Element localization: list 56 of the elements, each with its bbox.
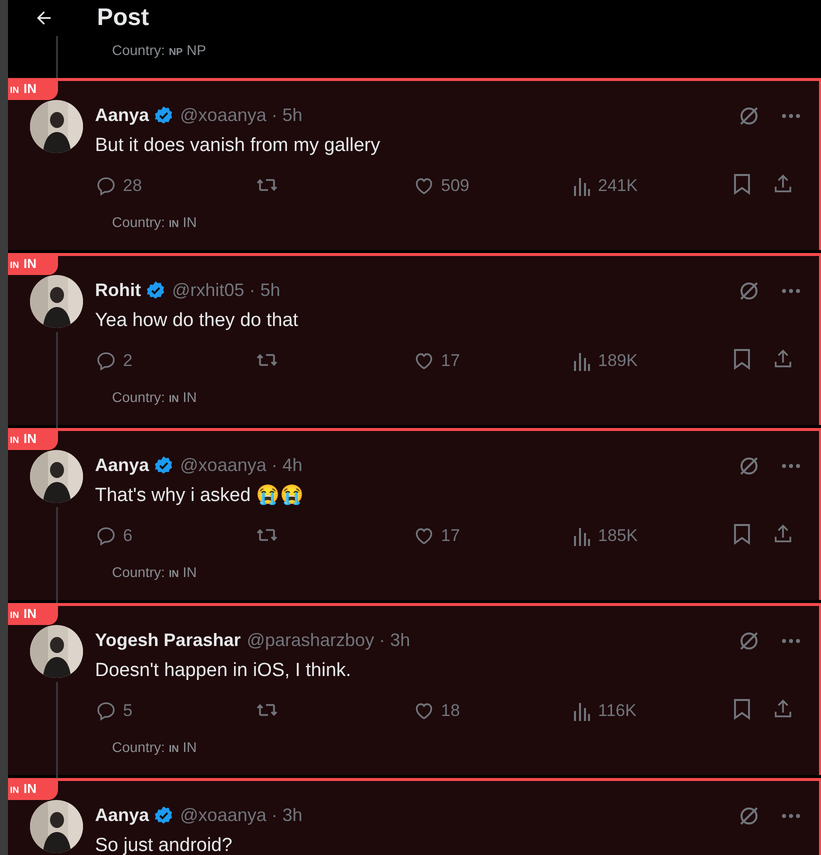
post-text: But it does vanish from my gallery — [95, 134, 380, 158]
author-name[interactable]: Rohit — [95, 277, 141, 304]
country-label: Country: IN IN — [112, 388, 197, 407]
country-label: Country: IN IN — [112, 563, 197, 582]
share-icon[interactable] — [772, 348, 794, 370]
author-name[interactable]: Aanya — [95, 802, 150, 829]
view-count: 189K — [598, 350, 638, 372]
like-count: 509 — [441, 175, 470, 197]
bookmark-icon[interactable] — [732, 348, 752, 370]
more-icon[interactable] — [781, 112, 801, 118]
handle-and-time[interactable]: @xoaanya · 5h — [180, 102, 302, 129]
reply-count: 5 — [123, 700, 132, 722]
country-badge: IN IN — [8, 81, 58, 100]
post-text: So just android? — [95, 834, 232, 855]
country-badge: IN IN — [8, 431, 58, 450]
post-text: Doesn't happen in iOS, I think. — [95, 659, 352, 683]
bookmark-icon[interactable] — [732, 523, 752, 545]
reply-icon[interactable] — [95, 524, 117, 547]
like-count: 17 — [441, 350, 460, 372]
post-text: That's why i asked 😭😭 — [95, 484, 304, 508]
author-name[interactable]: Aanya — [95, 102, 150, 129]
handle-and-time[interactable]: @xoaanya · 3h — [180, 802, 302, 829]
share-icon[interactable] — [772, 523, 794, 545]
more-icon[interactable] — [781, 462, 801, 468]
reply-count: 28 — [123, 175, 142, 197]
reply-icon[interactable] — [95, 350, 117, 372]
country-badge: IN IN — [8, 606, 58, 625]
country-label: Country: IN IN — [112, 213, 197, 232]
author-name[interactable]: Aanya — [95, 452, 150, 479]
share-icon[interactable] — [772, 173, 794, 195]
handle-and-time[interactable]: @rxhit05 · 5h — [172, 277, 280, 304]
reply-count: 6 — [123, 525, 132, 547]
page-title: Post — [97, 3, 150, 33]
reply-icon[interactable] — [95, 700, 117, 722]
author-name[interactable]: Yogesh Parashar — [95, 627, 241, 654]
country-badge: IN IN — [8, 256, 58, 275]
handle-and-time[interactable]: @parasharzboy · 3h — [246, 627, 410, 654]
bookmark-icon[interactable] — [732, 698, 752, 720]
reply-count: 2 — [123, 350, 132, 372]
more-icon[interactable] — [781, 638, 801, 644]
like-count: 17 — [441, 525, 460, 547]
view-count: 185K — [598, 525, 638, 547]
post-text: Yea how do they do that — [95, 309, 298, 333]
thread-line — [56, 36, 58, 78]
like-count: 18 — [441, 700, 460, 722]
more-icon[interactable] — [781, 812, 801, 818]
more-icon[interactable] — [781, 288, 801, 294]
reply-icon[interactable] — [95, 174, 117, 197]
handle-and-time[interactable]: @xoaanya · 4h — [180, 452, 302, 479]
country-label: Country: IN IN — [112, 738, 197, 757]
view-count: 116K — [598, 700, 636, 722]
share-icon[interactable] — [772, 698, 794, 720]
country-label: Country: NP NP — [112, 41, 206, 60]
bookmark-icon[interactable] — [732, 173, 752, 195]
country-badge: IN IN — [8, 781, 58, 800]
view-count: 241K — [598, 175, 638, 197]
